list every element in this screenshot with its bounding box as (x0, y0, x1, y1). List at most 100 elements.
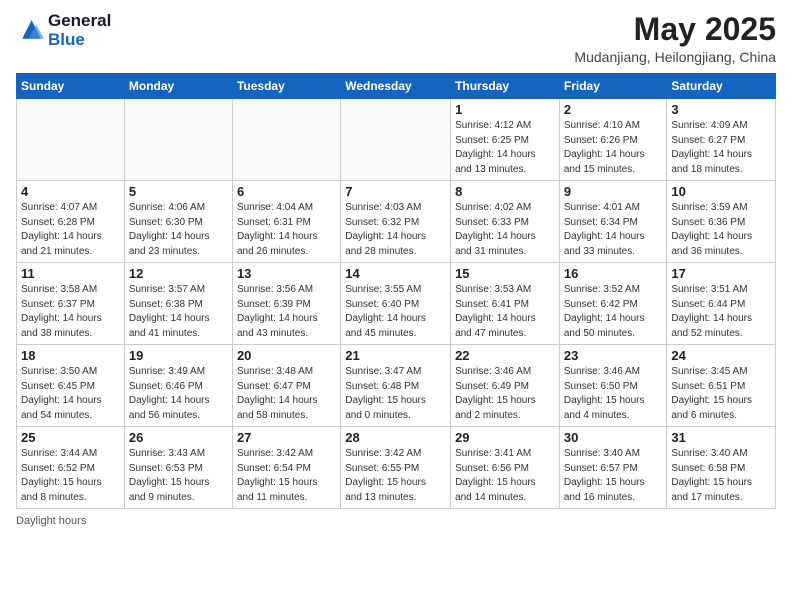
calendar-week-2: 4 Sunrise: 4:07 AM Sunset: 6:28 PM Daylig… (17, 181, 776, 263)
calendar-cell: 24 Sunrise: 3:45 AM Sunset: 6:51 PM Dayli… (667, 345, 776, 427)
day-number: 6 (237, 184, 336, 199)
day-number: 18 (21, 348, 120, 363)
logo: General Blue (16, 12, 111, 49)
calendar-cell: 2Sunrise: 4:10 AM Sunset: 6:26 PM Daylig… (559, 99, 667, 181)
calendar-header-monday: Monday (124, 74, 232, 99)
calendar-week-4: 18 Sunrise: 3:50 AM Sunset: 6:45 PM Dayli… (17, 345, 776, 427)
day-info: Sunrise: 3:46 AM Sunset: 6:49 PM Dayligh… (455, 365, 555, 423)
day-number: 2 (564, 102, 663, 117)
calendar-cell (124, 99, 232, 181)
day-info: Sunrise: 3:58 AM Sunset: 6:37 PM Dayligh… (21, 283, 120, 341)
calendar-cell: 11 Sunrise: 3:58 AM Sunset: 6:37 PM Dayli… (17, 263, 125, 345)
day-number: 29 (455, 430, 555, 445)
calendar-cell: 25 Sunrise: 3:44 AM Sunset: 6:52 PM Dayli… (17, 427, 125, 509)
logo-text-line1: General (48, 12, 111, 31)
header: General Blue May 2025 Mudanjiang, Heilon… (16, 12, 776, 65)
calendar-header-saturday: Saturday (667, 74, 776, 99)
day-number: 15 (455, 266, 555, 281)
day-number: 5 (129, 184, 228, 199)
day-info: Sunrise: 3:56 AM Sunset: 6:39 PM Dayligh… (237, 283, 336, 341)
calendar-week-5: 25 Sunrise: 3:44 AM Sunset: 6:52 PM Dayli… (17, 427, 776, 509)
day-number: 3 (671, 102, 771, 117)
calendar-cell: 13 Sunrise: 3:56 AM Sunset: 6:39 PM Dayli… (232, 263, 340, 345)
day-number: 7 (345, 184, 446, 199)
calendar-cell: 23Sunrise: 3:46 AM Sunset: 6:50 PM Dayli… (559, 345, 667, 427)
calendar-cell: 15 Sunrise: 3:53 AM Sunset: 6:41 PM Dayli… (451, 263, 560, 345)
day-info: Sunrise: 4:02 AM Sunset: 6:33 PM Dayligh… (455, 201, 555, 259)
calendar-cell: 21 Sunrise: 3:47 AM Sunset: 6:48 PM Dayli… (341, 345, 451, 427)
day-info: Sunrise: 3:49 AM Sunset: 6:46 PM Dayligh… (129, 365, 228, 423)
day-info: Sunrise: 3:45 AM Sunset: 6:51 PM Dayligh… (671, 365, 771, 423)
day-info: Sunrise: 4:06 AM Sunset: 6:30 PM Dayligh… (129, 201, 228, 259)
calendar-cell: 4 Sunrise: 4:07 AM Sunset: 6:28 PM Daylig… (17, 181, 125, 263)
day-info: Sunrise: 4:01 AM Sunset: 6:34 PM Dayligh… (564, 201, 663, 259)
day-info: Sunrise: 3:40 AM Sunset: 6:57 PM Dayligh… (564, 447, 663, 505)
calendar-cell: 10 Sunrise: 3:59 AM Sunset: 6:36 PM Dayli… (667, 181, 776, 263)
day-info: Sunrise: 3:55 AM Sunset: 6:40 PM Dayligh… (345, 283, 446, 341)
day-info: Sunrise: 3:44 AM Sunset: 6:52 PM Dayligh… (21, 447, 120, 505)
day-number: 17 (671, 266, 771, 281)
calendar-cell: 22Sunrise: 3:46 AM Sunset: 6:49 PM Dayli… (451, 345, 560, 427)
day-info: Sunrise: 4:09 AM Sunset: 6:27 PM Dayligh… (671, 119, 771, 177)
calendar-cell: 9 Sunrise: 4:01 AM Sunset: 6:34 PM Daylig… (559, 181, 667, 263)
logo-icon (16, 17, 44, 45)
day-number: 30 (564, 430, 663, 445)
day-info: Sunrise: 3:59 AM Sunset: 6:36 PM Dayligh… (671, 201, 771, 259)
calendar-cell: 1 Sunrise: 4:12 AM Sunset: 6:25 PM Daylig… (451, 99, 560, 181)
day-info: Sunrise: 4:03 AM Sunset: 6:32 PM Dayligh… (345, 201, 446, 259)
calendar-cell: 29 Sunrise: 3:41 AM Sunset: 6:56 PM Dayli… (451, 427, 560, 509)
day-number: 24 (671, 348, 771, 363)
day-number: 21 (345, 348, 446, 363)
calendar-cell: 27Sunrise: 3:42 AM Sunset: 6:54 PM Dayli… (232, 427, 340, 509)
calendar-cell: 7 Sunrise: 4:03 AM Sunset: 6:32 PM Daylig… (341, 181, 451, 263)
calendar-cell: 28 Sunrise: 3:42 AM Sunset: 6:55 PM Dayli… (341, 427, 451, 509)
day-info: Sunrise: 3:41 AM Sunset: 6:56 PM Dayligh… (455, 447, 555, 505)
day-number: 23 (564, 348, 663, 363)
calendar-cell: 31 Sunrise: 3:40 AM Sunset: 6:58 PM Dayli… (667, 427, 776, 509)
calendar-cell: 19Sunrise: 3:49 AM Sunset: 6:46 PM Dayli… (124, 345, 232, 427)
day-number: 25 (21, 430, 120, 445)
calendar-cell: 18 Sunrise: 3:50 AM Sunset: 6:45 PM Dayli… (17, 345, 125, 427)
day-number: 11 (21, 266, 120, 281)
calendar-cell (17, 99, 125, 181)
day-number: 13 (237, 266, 336, 281)
day-number: 1 (455, 102, 555, 117)
calendar-header-sunday: Sunday (17, 74, 125, 99)
day-info: Sunrise: 3:47 AM Sunset: 6:48 PM Dayligh… (345, 365, 446, 423)
calendar-cell: 3 Sunrise: 4:09 AM Sunset: 6:27 PM Daylig… (667, 99, 776, 181)
day-info: Sunrise: 3:50 AM Sunset: 6:45 PM Dayligh… (21, 365, 120, 423)
calendar-cell: 20Sunrise: 3:48 AM Sunset: 6:47 PM Dayli… (232, 345, 340, 427)
day-number: 9 (564, 184, 663, 199)
calendar-cell (341, 99, 451, 181)
day-info: Sunrise: 3:42 AM Sunset: 6:55 PM Dayligh… (345, 447, 446, 505)
day-number: 28 (345, 430, 446, 445)
calendar-cell (232, 99, 340, 181)
day-number: 10 (671, 184, 771, 199)
location: Mudanjiang, Heilongjiang, China (574, 49, 776, 65)
day-number: 31 (671, 430, 771, 445)
calendar-cell: 26 Sunrise: 3:43 AM Sunset: 6:53 PM Dayli… (124, 427, 232, 509)
logo-text-line2: Blue (48, 31, 111, 50)
day-number: 16 (564, 266, 663, 281)
calendar-header-friday: Friday (559, 74, 667, 99)
calendar-cell: 8 Sunrise: 4:02 AM Sunset: 6:33 PM Daylig… (451, 181, 560, 263)
calendar-cell: 14 Sunrise: 3:55 AM Sunset: 6:40 PM Dayli… (341, 263, 451, 345)
day-info: Sunrise: 3:52 AM Sunset: 6:42 PM Dayligh… (564, 283, 663, 341)
day-number: 14 (345, 266, 446, 281)
day-number: 4 (21, 184, 120, 199)
day-info: Sunrise: 3:53 AM Sunset: 6:41 PM Dayligh… (455, 283, 555, 341)
calendar-cell: 16 Sunrise: 3:52 AM Sunset: 6:42 PM Dayli… (559, 263, 667, 345)
day-info: Sunrise: 4:12 AM Sunset: 6:25 PM Dayligh… (455, 119, 555, 177)
calendar-cell: 5 Sunrise: 4:06 AM Sunset: 6:30 PM Daylig… (124, 181, 232, 263)
day-number: 27 (237, 430, 336, 445)
calendar-cell: 6 Sunrise: 4:04 AM Sunset: 6:31 PM Daylig… (232, 181, 340, 263)
day-number: 26 (129, 430, 228, 445)
day-number: 12 (129, 266, 228, 281)
day-info: Sunrise: 3:43 AM Sunset: 6:53 PM Dayligh… (129, 447, 228, 505)
day-number: 8 (455, 184, 555, 199)
calendar-header-row: SundayMondayTuesdayWednesdayThursdayFrid… (17, 74, 776, 99)
day-info: Sunrise: 4:07 AM Sunset: 6:28 PM Dayligh… (21, 201, 120, 259)
day-info: Sunrise: 4:04 AM Sunset: 6:31 PM Dayligh… (237, 201, 336, 259)
day-info: Sunrise: 3:40 AM Sunset: 6:58 PM Dayligh… (671, 447, 771, 505)
page-container: General Blue May 2025 Mudanjiang, Heilon… (0, 0, 792, 535)
